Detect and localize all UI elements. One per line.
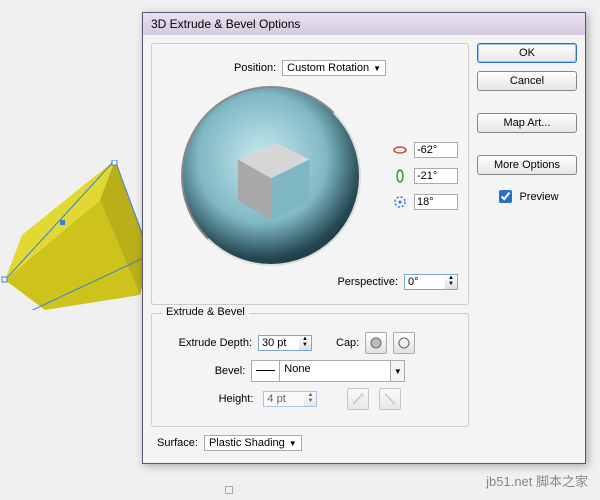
surface-label: Surface: [157, 437, 198, 449]
bevel-label: Bevel: [215, 365, 246, 377]
rotate-y-icon [392, 168, 408, 184]
surface-select[interactable]: Plastic Shading ▼ [204, 435, 302, 451]
stepper-icon[interactable]: ▲▼ [304, 392, 316, 406]
cap-off-button[interactable] [393, 332, 415, 354]
map-art-button[interactable]: Map Art... [477, 113, 577, 133]
surface-value: Plastic Shading [209, 437, 285, 449]
position-value: Custom Rotation [287, 62, 369, 74]
rotation-trackball[interactable] [181, 86, 361, 266]
cap-label: Cap: [336, 337, 359, 349]
more-options-button[interactable]: More Options [477, 155, 577, 175]
preview-label: Preview [519, 191, 558, 203]
position-select[interactable]: Custom Rotation ▼ [282, 60, 386, 76]
stepper-icon[interactable]: ▲▼ [299, 336, 311, 350]
angle-z-input[interactable] [414, 194, 458, 210]
bevel-extent-out-button[interactable] [379, 388, 401, 410]
extrude-bevel-title: Extrude & Bevel [162, 306, 249, 318]
extrude-depth-label: Extrude Depth: [162, 337, 252, 349]
chevron-down-icon: ▼ [289, 439, 297, 448]
bevel-select[interactable]: None ▼ [251, 360, 405, 382]
rotate-z-icon [392, 194, 408, 210]
dialog-3d-extrude-bevel: 3D Extrude & Bevel Options Position: Cus… [142, 12, 586, 464]
preview-checkbox[interactable] [499, 190, 512, 203]
angle-y-input[interactable] [414, 168, 458, 184]
cap-on-button[interactable] [365, 332, 387, 354]
height-label: Height: [219, 393, 254, 405]
watermark: jb51.net 脚本之家 [486, 471, 588, 490]
angle-x-input[interactable] [414, 142, 458, 158]
bevel-value: None [280, 361, 390, 381]
rotate-x-icon [392, 142, 408, 158]
position-label: Position: [234, 62, 276, 74]
group-position: Position: Custom Rotation ▼ [151, 43, 469, 305]
group-extrude-bevel: Extrude & Bevel Extrude Depth: ▲▼ Cap: B… [151, 313, 469, 427]
resize-grip-icon [225, 486, 233, 494]
bevel-preview-icon [252, 361, 280, 381]
chevron-down-icon: ▼ [373, 64, 381, 73]
cancel-button[interactable]: Cancel [477, 71, 577, 91]
stepper-icon[interactable]: ▲▼ [445, 275, 457, 289]
bevel-extent-in-button[interactable] [347, 388, 369, 410]
ok-button[interactable]: OK [477, 43, 577, 63]
perspective-input[interactable]: ▲▼ [404, 274, 458, 290]
height-input[interactable]: ▲▼ [263, 391, 317, 407]
perspective-label: Perspective: [337, 276, 398, 288]
extrude-depth-input[interactable]: ▲▼ [258, 335, 312, 351]
dialog-title: 3D Extrude & Bevel Options [143, 13, 585, 35]
chevron-down-icon: ▼ [390, 361, 404, 381]
canvas-shape [0, 160, 150, 310]
